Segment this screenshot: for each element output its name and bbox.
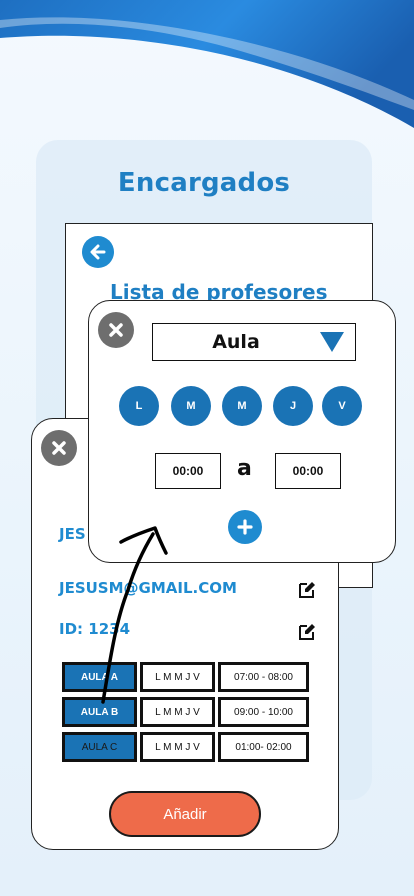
day-button-jueves[interactable]: J (273, 386, 313, 426)
day-button-miercoles[interactable]: M (222, 386, 262, 426)
aula-select-label: Aula (212, 331, 260, 353)
close-icon (109, 323, 123, 337)
schedule-aula-cell[interactable]: AULA A (62, 662, 137, 692)
add-schedule-button[interactable] (228, 510, 262, 544)
time-from-input[interactable]: 00:00 (155, 453, 221, 489)
header-wave (0, 0, 414, 128)
edit-id-icon[interactable] (297, 622, 317, 642)
day-button-martes[interactable]: M (171, 386, 211, 426)
edit-email-icon[interactable] (297, 580, 317, 600)
close-icon (52, 441, 66, 455)
aula-select[interactable]: Aula (152, 323, 356, 361)
schedule-days-cell[interactable]: L M M J V (140, 697, 215, 727)
page-title: Encargados (117, 168, 291, 198)
aula-popup: Aula L M M J V 00:00 a 00:00 (88, 300, 396, 563)
back-button[interactable] (82, 236, 114, 268)
day-button-lunes[interactable]: L (119, 386, 159, 426)
user-email: JESUSM@GMAIL.COM (59, 579, 237, 597)
schedule-time-cell[interactable]: 01:00- 02:00 (218, 732, 309, 762)
arrow-left-icon (90, 244, 106, 260)
triangle-down-icon (320, 332, 344, 352)
schedule-time-cell[interactable]: 09:00 - 10:00 (218, 697, 309, 727)
schedule-time-cell[interactable]: 07:00 - 08:00 (218, 662, 309, 692)
time-separator: a (237, 456, 252, 481)
time-to-input[interactable]: 00:00 (275, 453, 341, 489)
close-aula-popup-button[interactable] (98, 312, 134, 348)
schedule-aula-cell[interactable]: AULA C (62, 732, 137, 762)
day-button-viernes[interactable]: V (322, 386, 362, 426)
schedule-days-cell[interactable]: L M M J V (140, 732, 215, 762)
plus-icon (237, 519, 253, 535)
user-name: JES (59, 525, 86, 543)
add-button[interactable]: Añadir (109, 791, 261, 837)
user-id: ID: 1234 (59, 620, 131, 638)
close-user-card-button[interactable] (41, 430, 77, 466)
schedule-days-cell[interactable]: L M M J V (140, 662, 215, 692)
schedule-aula-cell[interactable]: AULA B (62, 697, 137, 727)
